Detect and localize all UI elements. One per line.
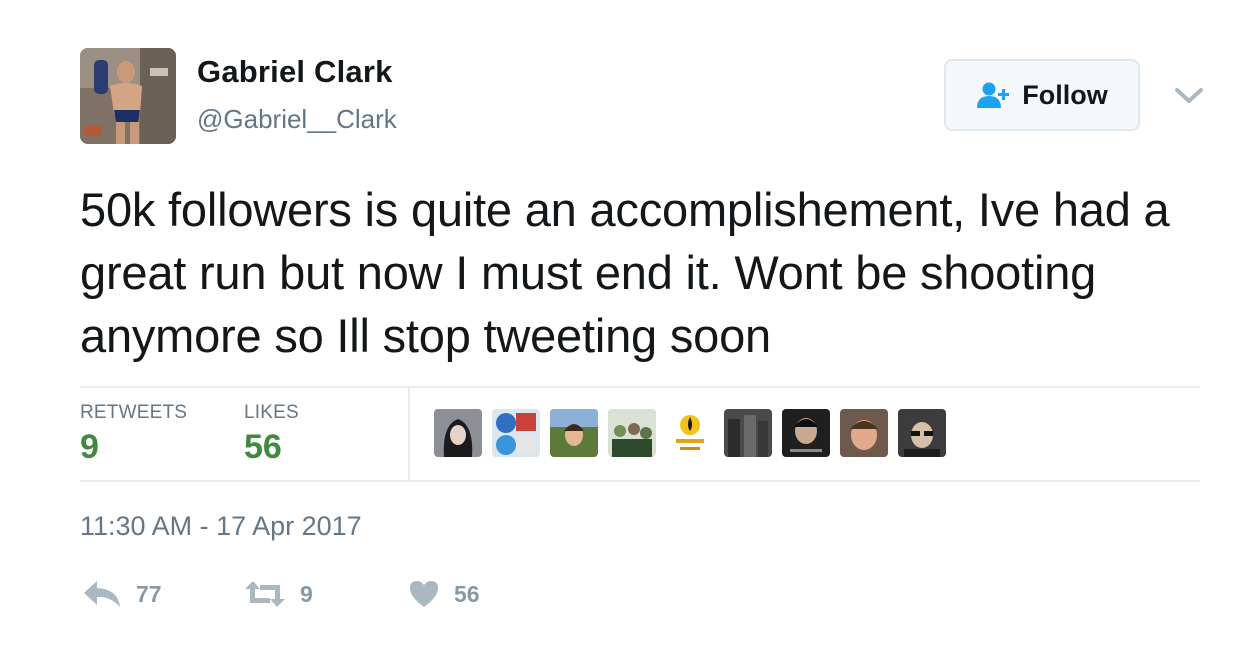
tweet-text: 50k followers is quite an accomplishemen… [80, 183, 1170, 362]
user-avatar-image [80, 48, 176, 144]
like-action[interactable]: 56 [408, 574, 480, 614]
user-avatar[interactable] [80, 48, 176, 144]
tweet-card: Gabriel Clark @Gabriel__Clark Follow 50k… [0, 0, 1256, 672]
more-options-chevron-down-icon[interactable] [1172, 82, 1206, 110]
liker-avatar[interactable] [782, 409, 830, 457]
retweets-count[interactable]: 9 [80, 428, 99, 467]
user-display-name[interactable]: Gabriel Clark [197, 54, 393, 90]
reply-count: 77 [136, 580, 162, 607]
follow-person-icon [977, 82, 1010, 108]
stats-vertical-divider [408, 388, 410, 480]
follow-button-label: Follow [1022, 79, 1108, 110]
user-handle[interactable]: @Gabriel__Clark [197, 104, 397, 135]
liker-avatar[interactable] [840, 409, 888, 457]
liker-avatar[interactable] [724, 409, 772, 457]
liker-avatar-list [434, 409, 946, 457]
likes-count[interactable]: 56 [244, 428, 282, 467]
like-count: 56 [454, 580, 480, 607]
tweet-timestamp[interactable]: 11:30 AM - 17 Apr 2017 [80, 511, 362, 542]
liker-avatar[interactable] [666, 409, 714, 457]
liker-avatar[interactable] [550, 409, 598, 457]
liker-avatar[interactable] [434, 409, 482, 457]
retweet-icon [245, 581, 285, 607]
reply-action[interactable]: 77 [82, 574, 162, 614]
heart-icon [410, 581, 438, 607]
likes-label[interactable]: LIKES [244, 402, 299, 424]
retweet-count: 9 [300, 580, 313, 607]
retweets-label[interactable]: RETWEETS [80, 402, 187, 424]
liker-avatar[interactable] [492, 409, 540, 457]
stats-top-divider [80, 386, 1200, 388]
liker-avatar[interactable] [608, 409, 656, 457]
reply-icon [84, 581, 120, 607]
follow-button[interactable]: Follow [944, 59, 1140, 131]
retweet-action[interactable]: 9 [244, 574, 313, 614]
stats-bottom-divider [80, 480, 1200, 482]
liker-avatar[interactable] [898, 409, 946, 457]
